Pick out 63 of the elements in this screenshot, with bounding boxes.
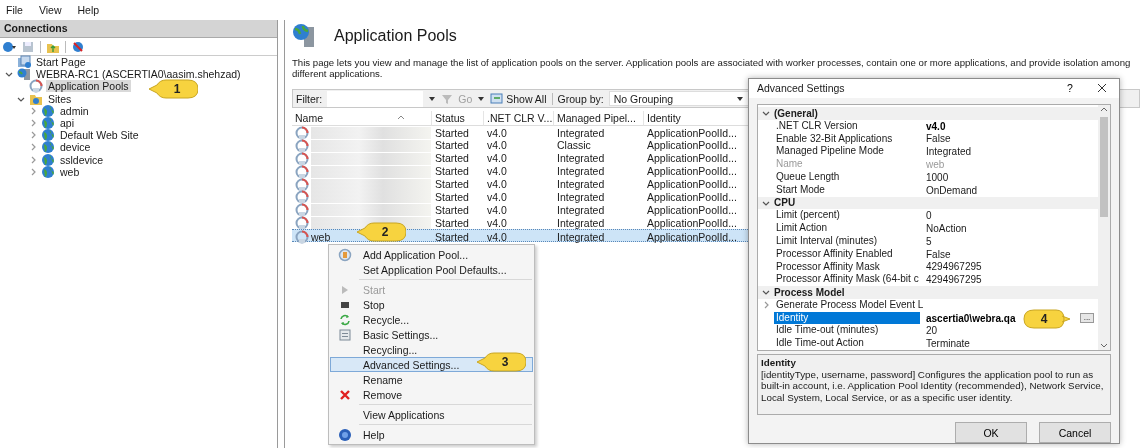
table-cell-text: v4.0 (486, 203, 508, 218)
group-by-label: Group by: (557, 92, 604, 105)
dialog-title: Advanced Settings (757, 82, 846, 95)
step-number-tooltip: 3 (476, 352, 526, 372)
table-cell-text: Integrated (556, 151, 606, 166)
table-cell-text: Started (434, 216, 470, 231)
table-cell-text: Integrated (556, 216, 606, 231)
property-value: 4294967295 (926, 261, 982, 273)
table-cell-text: ApplicationPoolId... (646, 151, 738, 166)
page-description: This page lets you view and manage the list of application pools on the server. Application pools are associated with worker processes, contain one or more applications, and provide isolation among different applications. (292, 57, 1132, 79)
property-value: NoAction (926, 223, 967, 234)
table-cell-text: v4.0 (486, 177, 508, 192)
property-value: 4294967295 (926, 274, 982, 286)
table-cell-text: Started (434, 164, 470, 179)
pool-name: web (311, 231, 331, 243)
property-value: Integrated (926, 146, 972, 158)
table-cell-text: ApplicationPoolId... (646, 190, 738, 205)
property-value: 0 (926, 210, 932, 222)
table-cell-text: Started (434, 230, 470, 245)
table-cell-text: Integrated (556, 126, 606, 140)
table-cell-text: ApplicationPoolId... (646, 164, 738, 179)
table-cell-text: Integrated (556, 230, 606, 245)
table-cell-text: Started (434, 138, 470, 153)
step-number-tooltip: 1 (148, 79, 198, 99)
table-cell-text: Started (434, 177, 470, 192)
property-value: 1000 (926, 171, 949, 183)
property-value: False (926, 133, 951, 145)
table-cell-text: Started (434, 151, 470, 166)
property-value: 20 (926, 325, 938, 337)
table-cell-text: ApplicationPoolId... (646, 139, 738, 153)
help-text: [identityType, username, password] Configures the application pool to run as built-in account, i.e. Application Pool Identity (recommended), Network Service, Local System, Local Service, or as a specific user identity. (761, 368, 1104, 403)
table-cell-text: Integrated (556, 203, 606, 218)
property-value: Terminate (926, 338, 970, 350)
property-value: False (926, 248, 951, 260)
table-cell-text: Started (434, 203, 470, 218)
table-cell-text: v4.0 (486, 190, 508, 205)
table-cell-text: v4.0 (486, 138, 508, 153)
table-cell-text: v4.0 (486, 216, 508, 231)
property-value: v4.0 (926, 120, 946, 132)
table-cell-text: v4.0 (486, 126, 508, 140)
property-value: OnDemand (926, 184, 978, 196)
table-cell-text: Started (434, 190, 470, 205)
table-cell-text: Integrated (556, 177, 606, 192)
table-cell-text: Integrated (556, 190, 606, 205)
table-cell-text: v4.0 (486, 151, 508, 166)
property-value: web (926, 159, 945, 170)
table-cell-text: ApplicationPoolId... (646, 177, 738, 192)
table-cell-text: Classic (556, 139, 592, 153)
filter-label: Filter: (296, 92, 323, 105)
table-cell-text: ApplicationPoolId... (646, 230, 738, 245)
table-cell-text: Integrated (556, 164, 606, 179)
table-cell-text: ApplicationPoolId... (646, 203, 738, 218)
property-value: 5 (926, 235, 932, 247)
table-cell-text: ApplicationPoolId... (646, 216, 738, 231)
property-value: ascertia0\webra.qa (926, 312, 1016, 324)
step-number-tooltip: 2 (356, 222, 406, 242)
help-title: Identity (761, 357, 797, 369)
table-cell-text: v4.0 (486, 230, 508, 245)
table-cell-text: ApplicationPoolId... (646, 126, 738, 140)
page-title: Application Pools (334, 27, 457, 45)
table-cell-text: v4.0 (486, 164, 508, 179)
connections-header: Connections (0, 20, 277, 38)
table-cell-text: Started (434, 126, 470, 140)
